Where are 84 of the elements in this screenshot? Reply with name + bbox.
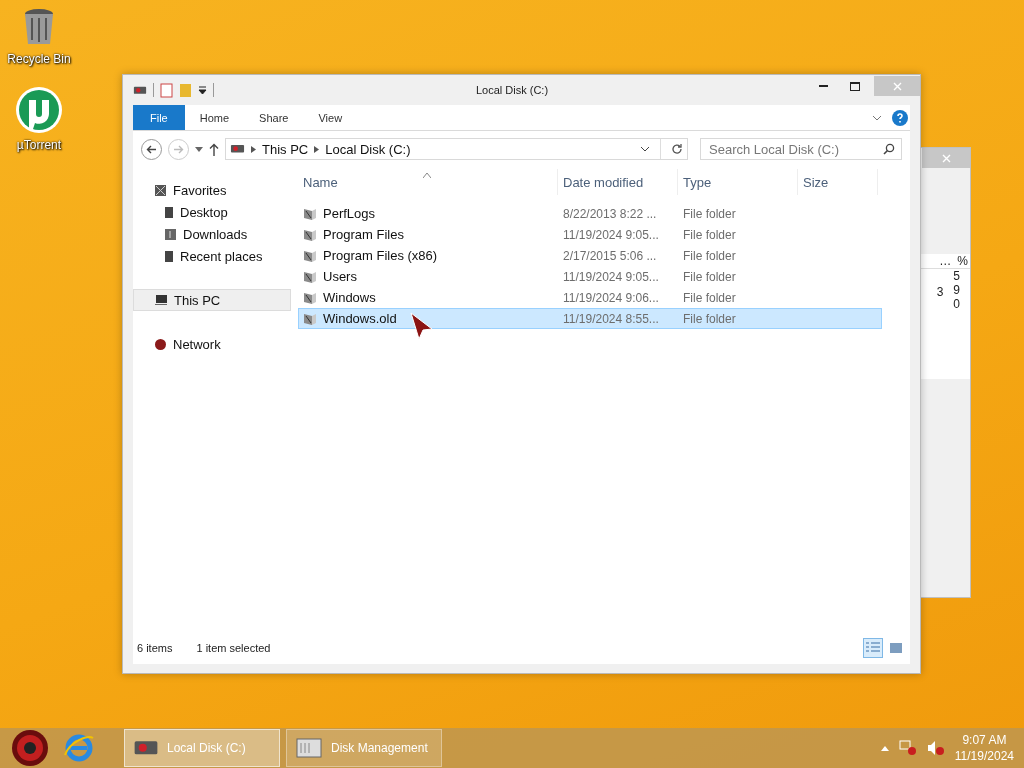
details-view-icon bbox=[866, 642, 880, 654]
nav-item[interactable]: Desktop bbox=[133, 201, 291, 223]
file-row[interactable]: Program Files (x86) 2/17/2015 5:06 ... File folder bbox=[298, 245, 882, 266]
file-name: Program Files (x86) bbox=[323, 248, 438, 263]
column-header[interactable]: Size bbox=[798, 169, 878, 195]
table-cell-text: 0 bbox=[952, 297, 961, 311]
date-cell-text: 2/17/2015 5:06 ... bbox=[562, 248, 658, 263]
type-cell-text: File folder bbox=[682, 269, 737, 284]
search-icon bbox=[883, 143, 895, 155]
file-row[interactable]: Program Files 11/19/2024 9:05... File folder bbox=[298, 224, 882, 245]
computer-icon bbox=[154, 294, 168, 306]
date-cell-text: 11/19/2024 9:05... bbox=[562, 269, 660, 284]
column-header[interactable]: Date modified bbox=[558, 169, 678, 195]
table-cell-text: 3 bbox=[935, 285, 945, 299]
type-cell-text: File folder bbox=[682, 206, 737, 221]
recent-locations-button[interactable] bbox=[195, 146, 203, 152]
search-field[interactable]: Search Local Disk (C:) bbox=[700, 138, 902, 160]
back-button[interactable] bbox=[141, 138, 162, 160]
network-status-icon[interactable] bbox=[898, 740, 917, 756]
address-bar[interactable]: This PC Local Disk (C:) bbox=[225, 138, 688, 160]
ribbon-tab[interactable]: File bbox=[133, 105, 185, 130]
type-cell-text: File folder bbox=[682, 290, 737, 305]
file-name: PerfLogs bbox=[323, 206, 376, 221]
type-cell-text: File folder bbox=[682, 311, 737, 326]
forward-arrow-icon bbox=[173, 144, 184, 154]
caret-icon bbox=[195, 146, 203, 152]
chevron-down-icon[interactable] bbox=[640, 146, 650, 152]
date-cell-text: 11/19/2024 9:06... bbox=[562, 290, 660, 305]
nav-item[interactable]: Favorites bbox=[133, 179, 291, 201]
type-cell-text: File folder bbox=[682, 227, 737, 242]
column-header[interactable]: Name bbox=[298, 169, 558, 195]
file-name: Windows.old bbox=[323, 311, 397, 326]
file-row[interactable]: PerfLogs 8/22/2013 8:22 ... File folder bbox=[298, 203, 882, 224]
file-name: Windows bbox=[323, 290, 376, 305]
table-cell-text: 5 bbox=[952, 269, 961, 283]
refresh-icon[interactable] bbox=[671, 143, 683, 155]
date-cell-text: 8/22/2013 8:22 ... bbox=[562, 206, 658, 221]
nav-item[interactable]: Network bbox=[133, 333, 291, 355]
chevron-right-icon bbox=[314, 145, 320, 153]
table-cell-text: 9 bbox=[952, 283, 961, 297]
up-button[interactable] bbox=[209, 142, 219, 156]
nav-item[interactable]: This PC bbox=[133, 289, 291, 311]
chevron-down-icon bbox=[872, 114, 882, 121]
chevron-right-icon bbox=[251, 145, 256, 153]
ribbon-tab[interactable]: Home bbox=[184, 105, 245, 130]
nav-item[interactable]: Downloads bbox=[133, 223, 291, 245]
selection-status: 1 item selected bbox=[196, 642, 271, 654]
up-arrow-icon bbox=[209, 142, 219, 156]
clock-time: 9:07 AM bbox=[962, 732, 1007, 748]
sort-caret-icon bbox=[423, 173, 431, 178]
type-cell-text: File folder bbox=[682, 248, 737, 263]
mouse-cursor-icon bbox=[410, 312, 434, 340]
torrent-app-icon[interactable] bbox=[15, 86, 63, 134]
minimize-icon bbox=[818, 84, 828, 88]
drive-icon bbox=[133, 84, 147, 96]
show-hidden-icons-icon[interactable] bbox=[880, 745, 889, 751]
column-header: % bbox=[956, 254, 969, 268]
column-header[interactable]: Type bbox=[678, 169, 798, 195]
close-icon bbox=[892, 81, 902, 91]
muted-speaker-icon[interactable] bbox=[926, 740, 945, 756]
close-icon bbox=[941, 153, 951, 163]
ribbon-tab[interactable]: View bbox=[303, 105, 358, 130]
dropdown-icon[interactable] bbox=[198, 85, 207, 95]
maximize-icon bbox=[850, 81, 860, 91]
drive-icon bbox=[230, 143, 245, 155]
nav-item[interactable]: Recent places bbox=[133, 245, 291, 267]
window-title: Local Disk (C:) bbox=[474, 84, 550, 96]
ribbon-tab[interactable]: Share bbox=[244, 105, 304, 130]
date-cell-text: 11/19/2024 9:05... bbox=[562, 227, 660, 242]
large-icons-view-icon bbox=[889, 642, 903, 654]
date-cell-text: 11/19/2024 8:55... bbox=[562, 311, 660, 326]
file-name: Users bbox=[323, 269, 357, 284]
back-arrow-icon bbox=[146, 144, 157, 154]
file-row[interactable]: Windows 11/19/2024 9:06... File folder bbox=[298, 287, 882, 308]
file-name: Program Files bbox=[323, 227, 404, 242]
file-row[interactable]: Windows.old 11/19/2024 8:55... File folder bbox=[298, 308, 882, 329]
breadcrumb[interactable]: Local Disk (C:) bbox=[325, 141, 411, 157]
downloads-icon bbox=[164, 227, 177, 241]
clock-date: 11/19/2024 bbox=[954, 748, 1014, 764]
breadcrumb[interactable]: This PC bbox=[262, 141, 309, 157]
file-row[interactable]: Users 11/19/2024 9:05... File folder bbox=[298, 266, 882, 287]
item-count: 6 items bbox=[137, 642, 173, 654]
network-icon bbox=[154, 337, 167, 351]
column-header: … bbox=[938, 254, 953, 268]
